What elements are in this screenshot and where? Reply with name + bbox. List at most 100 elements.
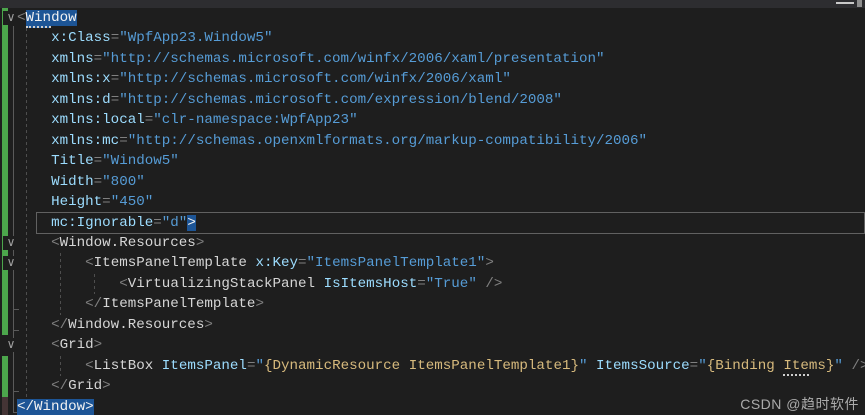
matched-tag-highlight: Window — [34, 399, 85, 415]
code-line[interactable]: Width=″800″ — [17, 172, 145, 192]
code-token: < — [119, 276, 128, 292]
code-token: xmlns:x — [51, 71, 111, 87]
code-token: xmlns:mc — [51, 133, 119, 149]
code-token: Grid — [68, 378, 102, 394]
code-token: Width — [51, 174, 94, 190]
code-line[interactable]: <Window.Resources> — [17, 233, 204, 253]
code-line[interactable]: xmlns:x=″http://schemas.microsoft.com/wi… — [17, 69, 511, 89]
matched-tag-highlight: dow — [51, 10, 77, 26]
code-token: Window.Resources — [60, 235, 196, 251]
code-token: Title — [51, 153, 94, 169]
code-token: ″True″ — [426, 276, 477, 292]
code-token: ″http://schemas.microsoft.com/winfx/2006… — [119, 71, 511, 87]
code-token: ″http://schemas.openxmlformats.org/marku… — [128, 133, 647, 149]
code-token: ″clr-namespace:WpfApp23″ — [153, 112, 357, 128]
matched-tag-highlight: Win — [26, 10, 52, 28]
matched-tag-highlight: </ — [17, 399, 34, 415]
code-token: ″http://schemas.microsoft.com/expression… — [119, 92, 562, 108]
code-token: ″d″ — [162, 215, 188, 231]
code-token: ItemsPanel — [162, 358, 247, 374]
code-token: x:Class — [51, 30, 111, 46]
code-token: = — [690, 358, 699, 374]
matched-tag-highlight: > — [187, 215, 196, 231]
code-token: {DynamicResource ItemsPanelTemplate1} — [264, 358, 579, 374]
code-token: < — [51, 337, 60, 353]
code-token: {Binding — [707, 358, 784, 374]
code-token: = — [145, 112, 154, 128]
code-token: ItemsSource — [596, 358, 690, 374]
code-token: ListBox — [94, 358, 154, 374]
code-line[interactable]: xmlns:local=″clr-namespace:WpfApp23″ — [17, 110, 358, 130]
code-token: < — [51, 235, 60, 251]
code-token: ″ — [834, 358, 843, 374]
code-token: ″800″ — [102, 174, 145, 190]
code-line[interactable]: Height=″450″ — [17, 192, 153, 212]
code-token: ″http://schemas.microsoft.com/winfx/2006… — [102, 51, 604, 67]
code-editor: ∨∨∨∨ <Windowx:Class=″WpfApp23.Window5″xm… — [0, 0, 865, 415]
code-token: Window.Resources — [68, 317, 204, 333]
code-area[interactable]: <Windowx:Class=″WpfApp23.Window5″xmlns=″… — [0, 0, 865, 415]
code-token: ″WpfApp23.Window5″ — [119, 30, 272, 46]
code-token: = — [102, 194, 111, 210]
code-token: ″ — [698, 358, 707, 374]
code-token: ″ItemsPanelTemplate1″ — [307, 255, 486, 271]
code-line[interactable]: x:Class=″WpfApp23.Window5″ — [17, 28, 272, 48]
code-line[interactable]: </ItemsPanelTemplate> — [17, 294, 264, 314]
code-token: = — [94, 51, 103, 67]
code-token: = — [417, 276, 426, 292]
code-token: VirtualizingStackPanel — [128, 276, 315, 292]
code-token: > — [94, 337, 103, 353]
code-token: ″450″ — [111, 194, 154, 210]
code-token: ″Window5″ — [102, 153, 179, 169]
code-token: > — [196, 235, 205, 251]
code-token: /> — [477, 276, 503, 292]
code-token: ″ — [579, 358, 588, 374]
code-token: = — [94, 153, 103, 169]
code-token: Height — [51, 194, 102, 210]
watermark: CSDN @趋时软件 — [740, 394, 859, 414]
code-line[interactable]: <Window — [17, 8, 77, 28]
code-token: Grid — [60, 337, 94, 353]
code-line[interactable]: </Window> — [17, 397, 94, 415]
matched-tag-highlight: > — [85, 399, 94, 415]
code-token: > — [204, 317, 213, 333]
code-token: </ — [51, 317, 68, 333]
code-token — [315, 276, 324, 292]
code-token: Ite — [783, 358, 809, 376]
code-token: xmlns:local — [51, 112, 145, 128]
code-token: < — [85, 255, 94, 271]
code-token: = — [153, 215, 162, 231]
code-token — [588, 358, 597, 374]
code-line[interactable]: xmlns=″http://schemas.microsoft.com/winf… — [17, 49, 605, 69]
code-token: = — [94, 174, 103, 190]
code-token: ItemsPanelTemplate — [94, 255, 247, 271]
code-token: > — [255, 296, 264, 312]
code-token: = — [111, 71, 120, 87]
code-token: ″ — [255, 358, 264, 374]
code-token: mc:Ignorable — [51, 215, 153, 231]
code-line[interactable]: </Window.Resources> — [17, 315, 213, 335]
code-line[interactable]: <VirtualizingStackPanel IsItemsHost=″Tru… — [17, 274, 502, 294]
code-line[interactable]: <Grid> — [17, 335, 102, 355]
code-token: ms} — [809, 358, 835, 374]
code-token: = — [111, 92, 120, 108]
code-token: = — [298, 255, 307, 271]
code-token: xmlns:d — [51, 92, 111, 108]
code-line[interactable]: <ItemsPanelTemplate x:Key=″ItemsPanelTem… — [17, 253, 494, 273]
code-token: > — [485, 255, 494, 271]
code-token: IsItemsHost — [324, 276, 418, 292]
code-line[interactable]: mc:Ignorable=″d″> — [17, 213, 196, 233]
code-line[interactable]: </Grid> — [17, 376, 111, 396]
code-token: = — [111, 30, 120, 46]
code-token: </ — [51, 378, 68, 394]
code-line[interactable]: <ListBox ItemsPanel=″{DynamicResource It… — [17, 356, 865, 376]
code-token: ItemsPanelTemplate — [102, 296, 255, 312]
code-token: xmlns — [51, 51, 94, 67]
code-token: </ — [85, 296, 102, 312]
code-line[interactable]: xmlns:mc=″http://schemas.openxmlformats.… — [17, 131, 647, 151]
code-token: x:Key — [255, 255, 298, 271]
code-line[interactable]: xmlns:d=″http://schemas.microsoft.com/ex… — [17, 90, 562, 110]
code-line[interactable]: Title=″Window5″ — [17, 151, 179, 171]
code-token: < — [17, 10, 26, 26]
code-token: > — [102, 378, 111, 394]
